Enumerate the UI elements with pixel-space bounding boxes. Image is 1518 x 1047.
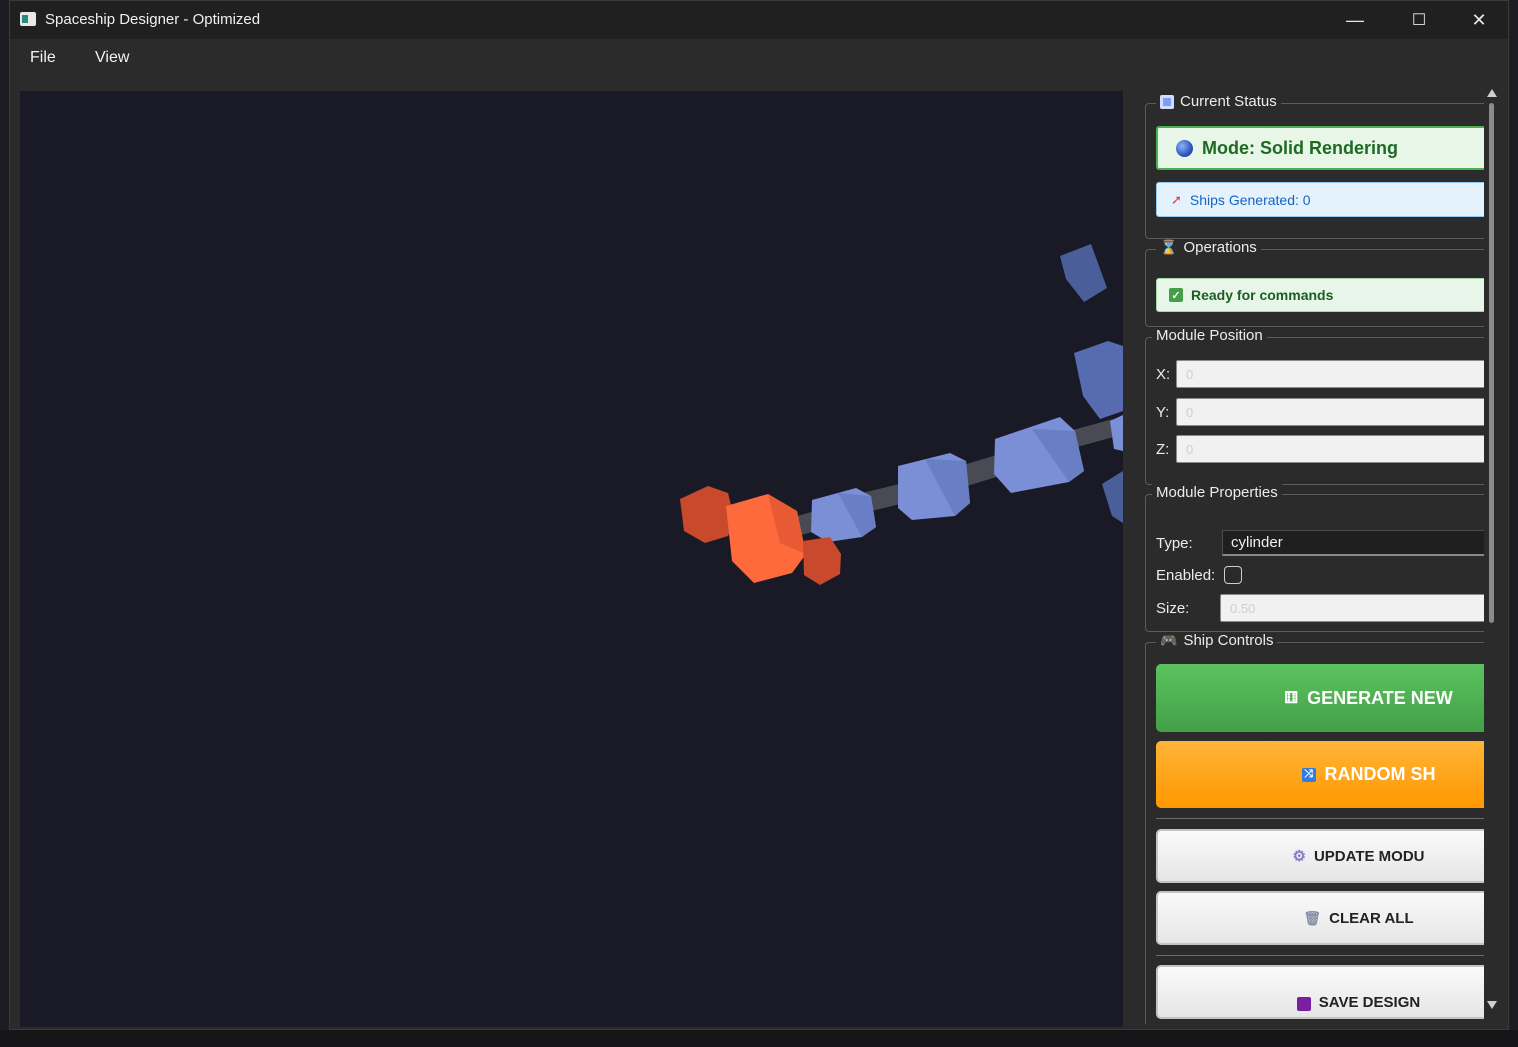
operations-group: ⌛ Operations ✓ Ready for commands <box>1145 239 1484 327</box>
enabled-checkbox[interactable] <box>1224 566 1242 584</box>
desktop-background-right <box>1510 0 1518 1047</box>
type-select[interactable]: cylinder <box>1222 530 1484 556</box>
x-label: X: <box>1156 366 1171 383</box>
save-design-button[interactable]: SAVE DESIGN <box>1156 965 1484 1019</box>
window-title: Spaceship Designer - Optimized <box>45 11 261 28</box>
operations-title: Operations <box>1183 239 1257 256</box>
update-module-button[interactable]: ⚙ UPDATE MODU <box>1156 829 1484 883</box>
y-label: Y: <box>1156 404 1170 421</box>
x-input[interactable]: 0 <box>1176 360 1484 388</box>
size-input[interactable]: 0.50 <box>1220 594 1484 622</box>
current-status-title: Current Status <box>1180 93 1277 110</box>
current-status-group: Current Status Mode: Solid Rendering ➚ S… <box>1145 93 1484 239</box>
module-properties-group: Module Properties Type: cylinder Enabled… <box>1145 484 1484 632</box>
menu-bar: File View <box>10 39 1508 79</box>
ship-controls-group: 🎮 Ship Controls ⚅ GENERATE NEW ⤨ RANDOM … <box>1145 632 1484 1024</box>
save-design-label: SAVE DESIGN <box>1318 994 1421 1011</box>
scroll-up-arrow-icon[interactable] <box>1487 89 1497 97</box>
floppy-disk-icon <box>1296 997 1311 1011</box>
hourglass-icon: ⌛ <box>1160 239 1178 255</box>
clear-all-button[interactable]: 🗑 CLEAR ALL <box>1156 891 1484 945</box>
app-icon <box>20 12 36 26</box>
ship-controls-title: Ship Controls <box>1183 632 1274 649</box>
dice-icon: ⚅ <box>1284 690 1299 707</box>
desktop-background-left <box>0 0 9 1047</box>
shuffle-icon: ⤨ <box>1301 767 1316 782</box>
z-label: Z: <box>1156 441 1170 458</box>
app-window: Spaceship Designer - Optimized — ☐ ✕ Fil… <box>9 0 1509 1030</box>
operations-status: ✓ Ready for commands <box>1156 278 1484 312</box>
generate-new-label: GENERATE NEW <box>1307 687 1453 708</box>
maximize-button[interactable]: ☐ <box>1396 1 1442 39</box>
random-ship-label: RANDOM SH <box>1324 764 1436 784</box>
sphere-icon <box>1176 139 1193 157</box>
type-label: Type: <box>1156 535 1193 552</box>
clear-all-label: CLEAR ALL <box>1329 909 1414 927</box>
ships-generated-text: Ships Generated: 0 <box>1189 191 1311 208</box>
hull-modules <box>811 244 1123 542</box>
size-label: Size: <box>1156 600 1190 617</box>
ships-generated-indicator: ➚ Ships Generated: 0 <box>1156 182 1484 217</box>
operations-message: Ready for commands <box>1191 287 1334 303</box>
update-module-label: UPDATE MODU <box>1313 847 1425 865</box>
z-input[interactable]: 0 <box>1176 435 1484 463</box>
spaceship-render <box>680 244 1123 585</box>
trash-icon: 🗑 <box>1303 909 1322 926</box>
checkmark-icon: ✓ <box>1169 288 1183 302</box>
y-input[interactable]: 0 <box>1176 398 1484 426</box>
menu-file[interactable]: File <box>30 49 56 67</box>
module-position-group: Module Position X: 0 Y: 0 Z: 0 <box>1145 327 1484 485</box>
panel-scrollbar[interactable] <box>1486 89 1498 1024</box>
controls-separator-2 <box>1156 955 1484 956</box>
generate-new-button[interactable]: ⚅ GENERATE NEW <box>1156 664 1484 732</box>
close-button[interactable]: ✕ <box>1456 1 1502 39</box>
side-panel: Current Status Mode: Solid Rendering ➚ S… <box>1132 89 1484 1024</box>
scroll-down-arrow-icon[interactable] <box>1487 1001 1497 1009</box>
dashboard-icon <box>1160 94 1174 109</box>
gear-icon: ⚙ <box>1292 848 1306 865</box>
mode-indicator: Mode: Solid Rendering <box>1156 126 1484 170</box>
3d-viewport[interactable] <box>20 91 1123 1027</box>
mode-text: Mode: Solid Rendering <box>1202 137 1398 158</box>
taskbar-strip <box>0 1030 1518 1047</box>
minimize-button[interactable]: — <box>1332 1 1378 39</box>
controls-separator <box>1156 818 1484 819</box>
random-ship-button[interactable]: ⤨ RANDOM SH <box>1156 741 1484 808</box>
scroll-thumb[interactable] <box>1489 103 1494 623</box>
module-properties-title: Module Properties <box>1156 484 1278 501</box>
title-bar: Spaceship Designer - Optimized — ☐ ✕ <box>10 1 1508 39</box>
menu-view[interactable]: View <box>95 49 129 67</box>
gamepad-icon: 🎮 <box>1160 632 1178 648</box>
main-content: Current Status Mode: Solid Rendering ➚ S… <box>10 79 1508 1029</box>
module-position-title: Module Position <box>1156 327 1263 344</box>
enabled-label: Enabled: <box>1156 567 1216 584</box>
rocket-icon: ➚ <box>1171 191 1182 207</box>
